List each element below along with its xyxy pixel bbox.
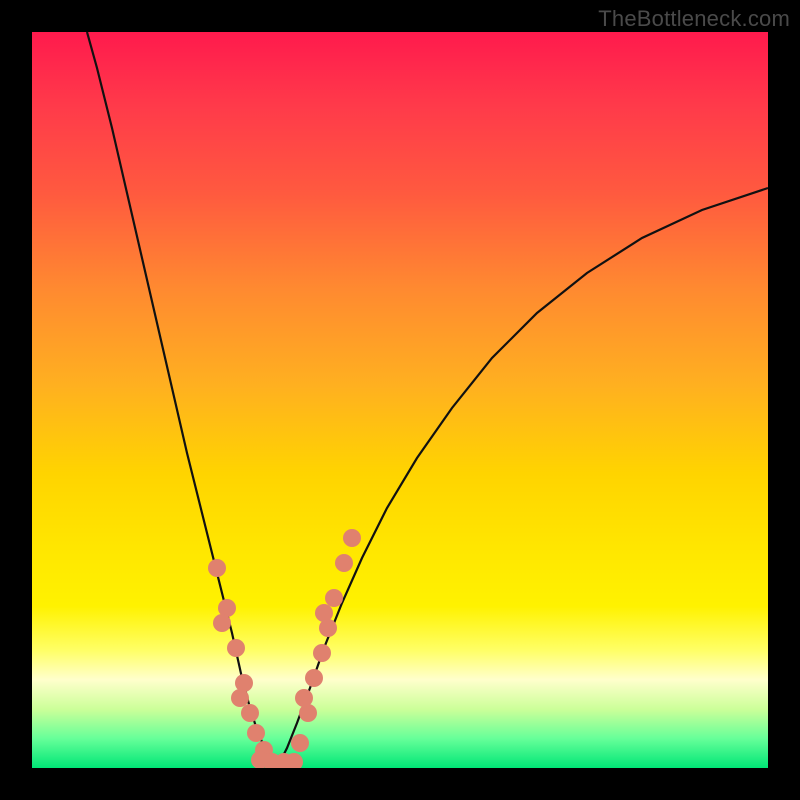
bead-marker	[208, 559, 226, 577]
bead-marker	[247, 724, 265, 742]
chart-stage: TheBottleneck.com	[0, 0, 800, 800]
bead-marker	[295, 689, 313, 707]
bead-marker	[227, 639, 245, 657]
curve-svg	[32, 32, 768, 768]
bead-markers	[208, 529, 361, 768]
curve-left-branch	[87, 32, 277, 768]
bead-marker	[325, 589, 343, 607]
bead-marker	[313, 644, 331, 662]
bead-marker	[213, 614, 231, 632]
bead-marker	[291, 734, 309, 752]
plot-area	[32, 32, 768, 768]
watermark-text: TheBottleneck.com	[598, 6, 790, 32]
bead-marker	[305, 669, 323, 687]
bead-marker	[231, 689, 249, 707]
curve-right-branch	[277, 188, 768, 768]
bead-marker	[315, 604, 333, 622]
bead-marker	[343, 529, 361, 547]
bead-marker	[335, 554, 353, 572]
bead-marker	[241, 704, 259, 722]
